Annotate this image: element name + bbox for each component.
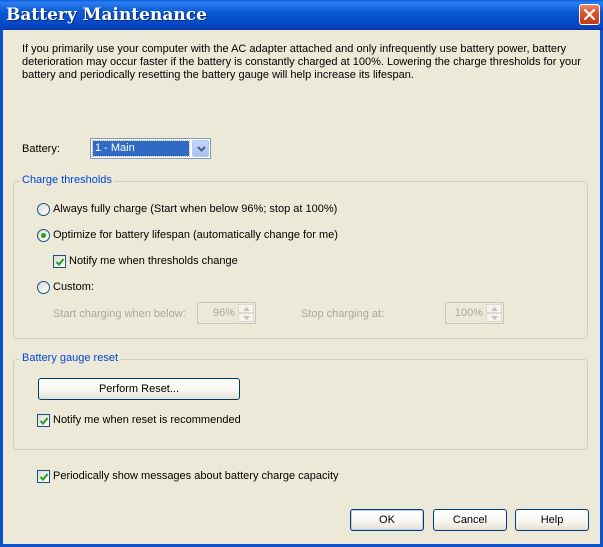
notify-thresholds-checkbox[interactable] xyxy=(53,255,66,268)
radio-custom[interactable] xyxy=(37,281,50,294)
notify-reset-checkbox[interactable] xyxy=(37,414,50,427)
perform-reset-button[interactable]: Perform Reset... xyxy=(38,378,240,400)
ok-button[interactable]: OK xyxy=(350,509,424,531)
radio-custom-label[interactable]: Custom: xyxy=(53,281,94,293)
start-charging-label: Start charging when below: xyxy=(53,308,186,320)
gauge-reset-title: Battery gauge reset xyxy=(20,352,121,364)
start-charging-value: 96% xyxy=(212,307,235,319)
periodic-messages-checkbox[interactable] xyxy=(37,470,50,483)
radio-always-full[interactable] xyxy=(37,203,50,216)
radio-optimize-label[interactable]: Optimize for battery lifespan (automatic… xyxy=(53,229,338,241)
stop-charging-label: Stop charging at: xyxy=(301,308,385,320)
dropdown-arrow-button[interactable] xyxy=(192,140,209,157)
description-text: If you primarily use your computer with … xyxy=(22,43,581,81)
stop-charging-spinner[interactable]: 100% xyxy=(445,302,504,324)
cancel-button[interactable]: Cancel xyxy=(433,509,507,531)
spinner-buttons xyxy=(238,304,254,322)
window-frame-left xyxy=(0,30,3,547)
stop-charging-value: 100% xyxy=(454,307,483,319)
spinner-buttons xyxy=(486,304,502,322)
periodic-messages-label[interactable]: Periodically show messages about battery… xyxy=(53,470,339,482)
notify-reset-label[interactable]: Notify me when reset is recommended xyxy=(53,414,241,426)
close-button[interactable] xyxy=(579,4,600,25)
radio-always-full-label[interactable]: Always fully charge (Start when below 96… xyxy=(53,203,337,215)
spin-up-button[interactable] xyxy=(238,304,254,313)
notify-thresholds-label[interactable]: Notify me when thresholds change xyxy=(69,255,238,267)
title-bar[interactable]: Battery Maintenance xyxy=(0,0,603,30)
charge-thresholds-title: Charge thresholds xyxy=(20,174,114,186)
battery-label: Battery: xyxy=(22,143,60,155)
spin-down-button[interactable] xyxy=(238,313,254,322)
window-title: Battery Maintenance xyxy=(6,5,207,25)
start-charging-spinner[interactable]: 96% xyxy=(197,302,256,324)
radio-optimize[interactable] xyxy=(37,229,50,242)
battery-select[interactable]: 1 - Main xyxy=(90,138,211,159)
spin-up-button[interactable] xyxy=(486,304,502,313)
gauge-reset-group xyxy=(13,359,588,450)
battery-select-value: 1 - Main xyxy=(92,140,190,157)
spin-down-button[interactable] xyxy=(486,313,502,322)
help-button[interactable]: Help xyxy=(515,509,589,531)
